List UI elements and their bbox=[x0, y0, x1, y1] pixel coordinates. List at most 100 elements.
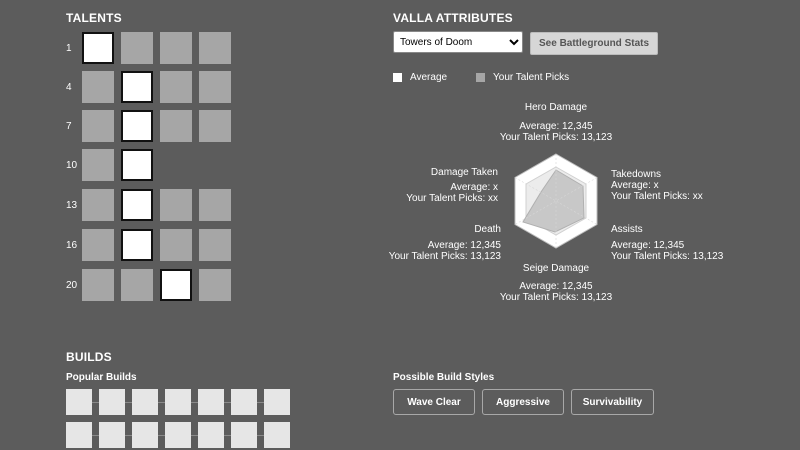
popular-build-row[interactable] bbox=[66, 422, 290, 448]
talent-level-label: 13 bbox=[66, 199, 78, 211]
talent-row: 13 bbox=[60, 188, 231, 222]
build-talent-slot[interactable] bbox=[231, 422, 257, 448]
build-style-survivability-button[interactable]: Survivability bbox=[571, 389, 654, 415]
stat-hero-damage: Hero Damage Average: 12,345 Your Talent … bbox=[498, 102, 614, 143]
talent-option-selected[interactable] bbox=[160, 269, 192, 301]
talent-level-label: 20 bbox=[66, 279, 78, 291]
build-connector bbox=[191, 434, 198, 436]
build-style-wave-clear-button[interactable]: Wave Clear bbox=[393, 389, 475, 415]
stat-label: Takedowns bbox=[611, 169, 662, 180]
build-talent-slot[interactable] bbox=[264, 422, 290, 448]
talent-level-label: 10 bbox=[66, 159, 78, 171]
build-talent-slot[interactable] bbox=[165, 422, 191, 448]
talent-option[interactable] bbox=[160, 229, 192, 261]
stat-picks: Your Talent Picks: 13,123 bbox=[388, 251, 501, 262]
talent-option[interactable] bbox=[199, 189, 231, 221]
stat-picks: Your Talent Picks: xx bbox=[406, 193, 498, 204]
talent-options bbox=[82, 149, 153, 181]
stat-assists: Assists Average: 12,345 Your Talent Pick… bbox=[611, 224, 723, 262]
average-swatch bbox=[393, 73, 402, 82]
talent-option[interactable] bbox=[199, 229, 231, 261]
talent-option[interactable] bbox=[82, 110, 114, 142]
talent-option[interactable] bbox=[82, 71, 114, 103]
talent-option[interactable] bbox=[160, 32, 192, 64]
build-styles-label: Possible Build Styles bbox=[393, 372, 495, 383]
build-connector bbox=[257, 401, 264, 403]
build-connector bbox=[158, 401, 165, 403]
talents-title: TALENTS bbox=[66, 11, 122, 25]
stat-average: Average: 12,345 bbox=[519, 281, 593, 292]
stat-label: Assists bbox=[611, 224, 643, 235]
popular-builds-label: Popular Builds bbox=[66, 372, 137, 383]
build-talent-slot[interactable] bbox=[198, 389, 224, 415]
build-talent-slot[interactable] bbox=[132, 422, 158, 448]
talent-option[interactable] bbox=[199, 110, 231, 142]
battleground-select[interactable]: Towers of Doom bbox=[393, 31, 523, 53]
talent-option[interactable] bbox=[82, 229, 114, 261]
talent-option-selected[interactable] bbox=[121, 110, 153, 142]
build-connector bbox=[125, 401, 132, 403]
talent-row: 4 bbox=[60, 70, 231, 104]
stat-label: Seige Damage bbox=[522, 263, 590, 274]
talent-option[interactable] bbox=[160, 189, 192, 221]
talent-option-selected[interactable] bbox=[121, 149, 153, 181]
talent-option[interactable] bbox=[199, 269, 231, 301]
talent-option[interactable] bbox=[121, 32, 153, 64]
stat-death: Death Average: 12,345 Your Talent Picks:… bbox=[389, 224, 501, 262]
talent-option[interactable] bbox=[199, 71, 231, 103]
talent-option-selected[interactable] bbox=[121, 189, 153, 221]
stat-average: Average: x bbox=[611, 180, 659, 191]
build-talent-slot[interactable] bbox=[264, 389, 290, 415]
build-connector bbox=[158, 434, 165, 436]
legend-talent-picks: Your Talent Picks bbox=[476, 72, 569, 83]
build-talent-slot[interactable] bbox=[66, 389, 92, 415]
talent-option[interactable] bbox=[82, 149, 114, 181]
build-talent-slot[interactable] bbox=[165, 389, 191, 415]
stat-picks: Your Talent Picks: xx bbox=[611, 191, 703, 202]
attributes-title: VALLA ATTRIBUTES bbox=[393, 11, 513, 25]
stat-picks: Your Talent Picks: 13,123 bbox=[499, 292, 613, 303]
build-connector bbox=[92, 401, 99, 403]
see-battleground-stats-button[interactable]: See Battleground Stats bbox=[530, 32, 659, 55]
build-talent-slot[interactable] bbox=[99, 389, 125, 415]
talent-option[interactable] bbox=[121, 269, 153, 301]
talent-row: 16 bbox=[60, 228, 231, 262]
talent-options bbox=[82, 229, 231, 261]
stat-average: Average: 12,345 bbox=[611, 240, 685, 251]
build-talent-slot[interactable] bbox=[198, 422, 224, 448]
build-talent-slot[interactable] bbox=[132, 389, 158, 415]
stat-label: Damage Taken bbox=[430, 167, 498, 178]
talent-row: 7 bbox=[60, 109, 231, 143]
talent-option[interactable] bbox=[160, 110, 192, 142]
legend-talent-picks-label: Your Talent Picks bbox=[493, 72, 570, 83]
build-style-aggressive-button[interactable]: Aggressive bbox=[482, 389, 564, 415]
stat-label: Death bbox=[474, 224, 501, 235]
talent-option[interactable] bbox=[82, 189, 114, 221]
talent-options bbox=[82, 110, 231, 142]
build-connector bbox=[224, 401, 231, 403]
stat-picks: Your Talent Picks: 13,123 bbox=[611, 251, 724, 262]
build-talent-slot[interactable] bbox=[66, 422, 92, 448]
stat-label: Hero Damage bbox=[524, 102, 588, 113]
build-connector bbox=[257, 434, 264, 436]
builds-title: BUILDS bbox=[66, 350, 112, 364]
build-talent-slot[interactable] bbox=[231, 389, 257, 415]
radar-chart bbox=[514, 153, 598, 249]
talent-level-label: 16 bbox=[66, 239, 78, 251]
build-connector bbox=[125, 434, 132, 436]
popular-build-row[interactable] bbox=[66, 389, 290, 415]
talent-options bbox=[82, 71, 231, 103]
talent-option[interactable] bbox=[160, 71, 192, 103]
talent-options bbox=[82, 189, 231, 221]
talent-option-selected[interactable] bbox=[121, 229, 153, 261]
build-talent-slot[interactable] bbox=[99, 422, 125, 448]
stat-average: Average: x bbox=[450, 182, 498, 193]
talent-options bbox=[82, 269, 231, 301]
legend-average: Average bbox=[393, 72, 447, 83]
talent-option-selected[interactable] bbox=[121, 71, 153, 103]
talent-option[interactable] bbox=[82, 269, 114, 301]
talent-option-selected[interactable] bbox=[82, 32, 114, 64]
talent-option[interactable] bbox=[199, 32, 231, 64]
talent-row: 10 bbox=[60, 148, 153, 182]
stat-picks: Your Talent Picks: 13,123 bbox=[499, 132, 613, 143]
